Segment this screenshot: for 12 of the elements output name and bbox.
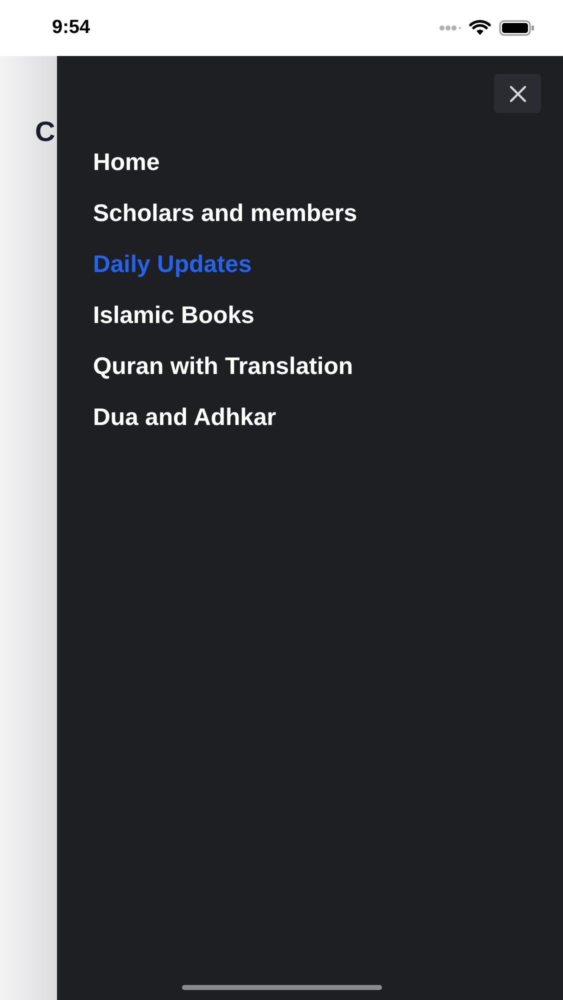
battery-icon <box>499 20 535 36</box>
status-time: 9:54 <box>52 16 90 40</box>
wifi-icon <box>469 20 491 36</box>
menu-item[interactable]: Scholars and members <box>93 196 358 247</box>
menu-item[interactable]: Quran with Translation <box>93 349 354 400</box>
menu-item[interactable]: Dua and Adhkar <box>93 400 276 451</box>
menu-item[interactable]: Islamic Books <box>93 298 254 349</box>
menu-item[interactable]: Home <box>93 145 160 196</box>
close-button[interactable] <box>494 74 541 113</box>
close-icon <box>508 84 526 102</box>
page-title: C <box>35 116 56 147</box>
signal-icon <box>439 24 461 32</box>
